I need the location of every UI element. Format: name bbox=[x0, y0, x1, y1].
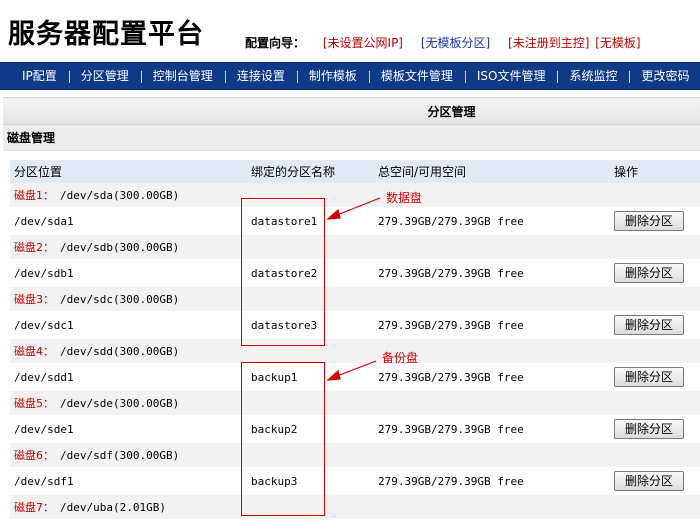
nav-item-template-files[interactable]: 模板文件管理 bbox=[368, 63, 465, 89]
disk-device: /dev/uba(2.01GB) bbox=[60, 501, 166, 514]
partition-path: /dev/sdf1 bbox=[10, 467, 247, 495]
nav-item-connection-settings[interactable]: 连接设置 bbox=[224, 63, 297, 89]
disk-device: /dev/sdc(300.00GB) bbox=[60, 293, 180, 306]
delete-partition-button[interactable]: 删除分区 bbox=[614, 367, 684, 387]
partition-path: /dev/sdd1 bbox=[10, 363, 247, 391]
disk-device: /dev/sde(300.00GB) bbox=[60, 397, 180, 410]
delete-partition-button[interactable]: 删除分区 bbox=[614, 315, 684, 335]
partition-row: /dev/sdd1 backup1 279.39GB/279.39GB free… bbox=[10, 363, 700, 391]
partition-path: /dev/sdc1 bbox=[10, 311, 247, 339]
app-title: 服务器配置平台 bbox=[8, 19, 204, 50]
nav-item-system-monitor[interactable]: 系统监控 bbox=[557, 63, 629, 89]
disk-label: 磁盘6： bbox=[14, 449, 54, 462]
wizard-link-template[interactable]: [无模板] bbox=[595, 36, 640, 50]
table-header-row: 分区位置 绑定的分区名称 总空间/可用空间 操作 bbox=[10, 160, 700, 183]
partition-space: 279.39GB/279.39GB free bbox=[374, 363, 610, 391]
panel-title: 分区管理 bbox=[3, 97, 700, 125]
wizard-link-public-ip[interactable]: [未设置公网IP] bbox=[323, 36, 403, 50]
disk-label: 磁盘4： bbox=[14, 345, 54, 358]
backup-annotation-label: 备份盘 bbox=[382, 351, 419, 365]
disk-row: 磁盘7： /dev/uba(2.01GB) bbox=[10, 495, 700, 519]
section-title: 磁盘管理 bbox=[3, 125, 700, 151]
col-header-action: 操作 bbox=[610, 160, 700, 183]
partition-path: /dev/sdb1 bbox=[10, 259, 247, 287]
nav-item-ip-config[interactable]: IP配置 bbox=[0, 63, 69, 89]
partition-row: /dev/sdb1 datastore2 279.39GB/279.39GB f… bbox=[10, 259, 700, 287]
partition-path: /dev/sda1 bbox=[10, 207, 247, 235]
disk-device: /dev/sdd(300.00GB) bbox=[60, 345, 180, 358]
disk-row: 磁盘3： /dev/sdc(300.00GB) bbox=[10, 287, 700, 311]
datastore-annotation-label: 数据盘 bbox=[386, 191, 423, 205]
partition-space: 279.39GB/279.39GB free bbox=[374, 311, 610, 339]
nav-item-make-template[interactable]: 制作模板 bbox=[296, 63, 369, 89]
wizard-label: 配置向导： bbox=[245, 36, 306, 50]
col-header-location: 分区位置 bbox=[10, 160, 247, 183]
partition-space: 279.39GB/279.39GB free bbox=[374, 207, 610, 235]
col-header-bound-name: 绑定的分区名称 bbox=[247, 160, 374, 183]
delete-partition-button[interactable]: 删除分区 bbox=[614, 263, 684, 283]
config-wizard: 配置向导： [未设置公网IP] [无模板分区] [未注册到主控] [无模板] bbox=[245, 34, 655, 51]
partition-table: 分区位置 绑定的分区名称 总空间/可用空间 操作 磁盘1： /dev/sda(30… bbox=[10, 160, 700, 519]
disk-row: 磁盘1： /dev/sda(300.00GB) bbox=[10, 183, 700, 207]
partition-path: /dev/sde1 bbox=[10, 415, 247, 443]
datastore-annotation-box bbox=[241, 198, 325, 346]
partition-space: 279.39GB/279.39GB free bbox=[374, 259, 610, 287]
main-nav: IP配置 分区管理 控制台管理 连接设置 制作模板 模板文件管理 ISO文件管理 系统监控 更改… bbox=[0, 62, 700, 90]
disk-label: 磁盘5： bbox=[14, 397, 54, 410]
partition-row: /dev/sdc1 datastore3 279.39GB/279.39GB f… bbox=[10, 311, 700, 339]
nav-item-change-password[interactable]: 更改密码 bbox=[629, 63, 700, 89]
nav-item-console-management[interactable]: 控制台管理 bbox=[140, 63, 225, 89]
disk-device: /dev/sdb(300.00GB) bbox=[60, 241, 180, 254]
col-header-space: 总空间/可用空间 bbox=[374, 160, 610, 183]
partition-row: /dev/sde1 backup2 279.39GB/279.39GB free… bbox=[10, 415, 700, 443]
disk-device: /dev/sdf(300.00GB) bbox=[60, 449, 180, 462]
disk-row: 磁盘4： /dev/sdd(300.00GB) bbox=[10, 339, 700, 363]
disk-row: 磁盘2： /dev/sdb(300.00GB) bbox=[10, 235, 700, 259]
disk-row: 磁盘5： /dev/sde(300.00GB) bbox=[10, 391, 700, 415]
delete-partition-button[interactable]: 删除分区 bbox=[614, 419, 684, 439]
disk-label: 磁盘7： bbox=[14, 501, 54, 514]
wizard-link-register-master[interactable]: [未注册到主控] bbox=[508, 36, 589, 50]
header: 服务器配置平台 配置向导： [未设置公网IP] [无模板分区] [未注册到主控]… bbox=[0, 0, 700, 62]
partition-space: 279.39GB/279.39GB free bbox=[374, 415, 610, 443]
partition-space: 279.39GB/279.39GB free bbox=[374, 467, 610, 495]
backup-annotation-box bbox=[241, 362, 325, 516]
wizard-link-template-partition[interactable]: [无模板分区] bbox=[421, 36, 490, 50]
delete-partition-button[interactable]: 删除分区 bbox=[614, 471, 684, 491]
delete-partition-button[interactable]: 删除分区 bbox=[614, 211, 684, 231]
partition-row: /dev/sdf1 backup3 279.39GB/279.39GB free… bbox=[10, 467, 700, 495]
disk-label: 磁盘1： bbox=[14, 189, 54, 202]
disk-device: /dev/sda(300.00GB) bbox=[60, 189, 180, 202]
partition-row: /dev/sda1 datastore1 279.39GB/279.39GB f… bbox=[10, 207, 700, 235]
disk-row: 磁盘6： /dev/sdf(300.00GB) bbox=[10, 443, 700, 467]
nav-item-iso-files[interactable]: ISO文件管理 bbox=[464, 63, 558, 89]
nav-item-partition-management[interactable]: 分区管理 bbox=[68, 63, 141, 89]
disk-label: 磁盘3： bbox=[14, 293, 54, 306]
main-content: 分区管理 磁盘管理 分区位置 绑定的分区名称 总空间/可用空间 操作 磁盘1： /… bbox=[3, 97, 700, 526]
disk-label: 磁盘2： bbox=[14, 241, 54, 254]
